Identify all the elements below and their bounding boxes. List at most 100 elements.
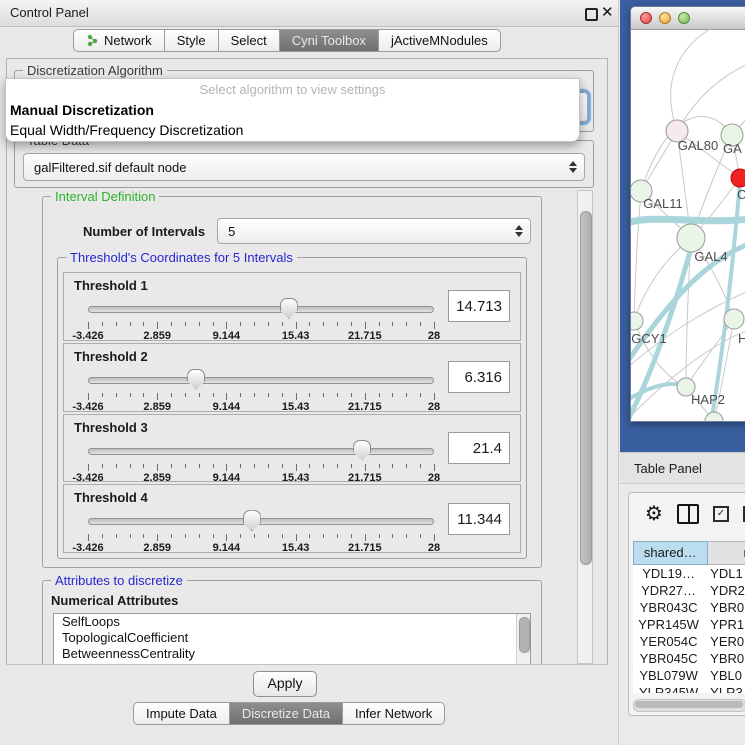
interval-definition-group: Interval Definition Number of Intervals …	[42, 196, 542, 568]
slider-tick-label: 2.859	[143, 401, 171, 413]
slider-tick	[351, 464, 352, 468]
settings-vertical-scrollbar[interactable]	[577, 190, 593, 664]
slider-track[interactable]	[88, 306, 434, 313]
threshold-slider[interactable]: -3.4262.8599.14415.4321.71528	[88, 368, 434, 409]
network-edge[interactable]	[711, 181, 740, 421]
threshold-value-field[interactable]: 21.4	[448, 432, 510, 464]
network-node[interactable]	[677, 224, 705, 252]
tab-infer-network[interactable]: Infer Network	[343, 702, 445, 725]
slider-tick	[379, 534, 380, 538]
slider-tick	[143, 322, 144, 326]
table-data-value: galFiltered.sif default node	[34, 160, 186, 175]
float-window-icon[interactable]	[585, 8, 598, 21]
slider-tick	[143, 534, 144, 538]
threshold-slider[interactable]: -3.4262.8599.14415.4321.71528	[88, 439, 434, 480]
tab-impute-data[interactable]: Impute Data	[133, 702, 230, 725]
threshold-value-field[interactable]: 11.344	[448, 503, 510, 535]
table-row[interactable]: YBL079WYBL0	[633, 667, 745, 684]
threshold-slider[interactable]: -3.4262.8599.14415.4321.71528	[88, 509, 434, 550]
threshold-value-field[interactable]: 6.316	[448, 361, 510, 393]
threshold-slider[interactable]: -3.4262.8599.14415.4321.71528	[88, 297, 434, 338]
slider-tick	[143, 464, 144, 468]
slider-tick-label: 15.43	[282, 330, 310, 342]
cell-name: YBR0	[704, 650, 745, 667]
dropdown-item-equal-width[interactable]: Equal Width/Frequency Discretization	[6, 120, 579, 140]
network-window: GAL80GACGAL11GAL4GCY1HHAP2	[630, 6, 745, 422]
cell-shared-name: YDL19…	[633, 565, 704, 582]
network-node[interactable]	[731, 169, 745, 187]
zoom-traffic-light-icon[interactable]	[678, 12, 690, 24]
slider-tick	[406, 393, 407, 397]
slider-track[interactable]	[88, 518, 434, 525]
dropdown-placeholder-item[interactable]: Select algorithm to view settings	[6, 79, 579, 100]
slider-tick	[199, 322, 200, 326]
table-panel-title: Table Panel	[634, 453, 702, 484]
network-edge[interactable]	[631, 217, 745, 223]
minimize-traffic-light-icon[interactable]	[659, 12, 671, 24]
apply-button[interactable]: Apply	[253, 671, 317, 697]
slider-track[interactable]	[88, 448, 434, 455]
interval-definition-title: Interval Definition	[51, 190, 159, 204]
number-of-intervals-combobox[interactable]: 5	[217, 218, 531, 244]
table-row[interactable]: YER054CYER0	[633, 633, 745, 650]
slider-tick	[157, 393, 158, 400]
slider-tick	[323, 393, 324, 397]
table-row[interactable]: YDL19…YDL1	[633, 565, 745, 582]
slider-thumb-icon[interactable]	[280, 298, 298, 319]
table-row[interactable]: YDR27…YDR2	[633, 582, 745, 599]
table-row[interactable]: YBR043CYBR0	[633, 599, 745, 616]
network-edge[interactable]	[671, 29, 731, 131]
table-row[interactable]: YBR045CYBR0	[633, 650, 745, 667]
slider-tick	[226, 393, 227, 400]
attribute-list-item[interactable]: TopologicalCoefficient	[54, 630, 530, 646]
attribute-list-item[interactable]: SelfLoops	[54, 614, 530, 630]
numerical-attributes-list[interactable]: SelfLoopsTopologicalCoefficientBetweenne…	[53, 613, 531, 664]
network-view-area[interactable]: GAL80GACGAL11GAL4GCY1HHAP2	[620, 0, 745, 452]
table-row[interactable]: YPR145WYPR1	[633, 616, 745, 633]
network-canvas[interactable]: GAL80GACGAL11GAL4GCY1HHAP2	[631, 29, 745, 421]
threshold-label: Threshold 4	[74, 490, 148, 505]
tab-cyni-toolbox[interactable]: Cyni Toolbox	[280, 29, 379, 52]
slider-track[interactable]	[88, 377, 434, 384]
scrollbar-thumb[interactable]	[580, 211, 592, 565]
slider-tick	[434, 393, 435, 400]
scrollbar-thumb[interactable]	[635, 701, 743, 708]
screen: Control Panel ✕ Network Style Select Cyn…	[0, 0, 745, 745]
slider-tick-label: 15.43	[282, 542, 310, 554]
close-icon[interactable]: ✕	[601, 3, 614, 23]
network-node[interactable]	[724, 309, 744, 329]
network-edge[interactable]	[686, 319, 734, 387]
close-traffic-light-icon[interactable]	[640, 12, 652, 24]
tab-discretize-data[interactable]: Discretize Data	[230, 702, 343, 725]
attributes-list-scrollbar[interactable]	[516, 614, 530, 664]
table-horizontal-scrollbar[interactable]	[633, 699, 745, 712]
slider-thumb-icon[interactable]	[353, 440, 371, 461]
tab-jactivemnodules[interactable]: jActiveMNodules	[379, 29, 501, 52]
tab-network[interactable]: Network	[73, 29, 165, 52]
slider-tick	[240, 393, 241, 397]
columns-icon[interactable]	[677, 504, 699, 524]
slider-tick	[365, 534, 366, 541]
slider-thumb-icon[interactable]	[243, 510, 261, 531]
slider-tick	[199, 393, 200, 397]
dropdown-item-manual-discretization[interactable]: Manual Discretization	[6, 100, 579, 120]
tab-style[interactable]: Style	[165, 29, 219, 52]
tab-select[interactable]: Select	[219, 29, 280, 52]
gear-icon[interactable]: ⚙	[645, 504, 663, 524]
threshold-value-field[interactable]: 14.713	[448, 290, 510, 322]
checkbox-icon[interactable]: ✓	[713, 506, 729, 522]
column-header-shared-name[interactable]: shared…	[633, 541, 708, 565]
slider-tick	[365, 322, 366, 329]
threshold-panel-3: Threshold 3-3.4262.8599.14415.4321.71528…	[63, 414, 521, 483]
slider-tick	[240, 534, 241, 538]
network-edge[interactable]	[634, 191, 641, 321]
attribute-list-item[interactable]: BetweennessCentrality	[54, 646, 530, 662]
scrollbar-thumb[interactable]	[519, 617, 530, 653]
number-of-intervals-row: Number of Intervals 5	[83, 217, 531, 245]
table-data-group: Table Data galFiltered.sif default node	[14, 140, 594, 188]
network-node[interactable]	[631, 312, 643, 330]
table-row[interactable]: YLR345WYLR3	[633, 684, 745, 693]
column-header-name[interactable]: na	[708, 541, 745, 565]
table-data-combobox[interactable]: galFiltered.sif default node	[23, 153, 585, 181]
slider-thumb-icon[interactable]	[187, 369, 205, 390]
